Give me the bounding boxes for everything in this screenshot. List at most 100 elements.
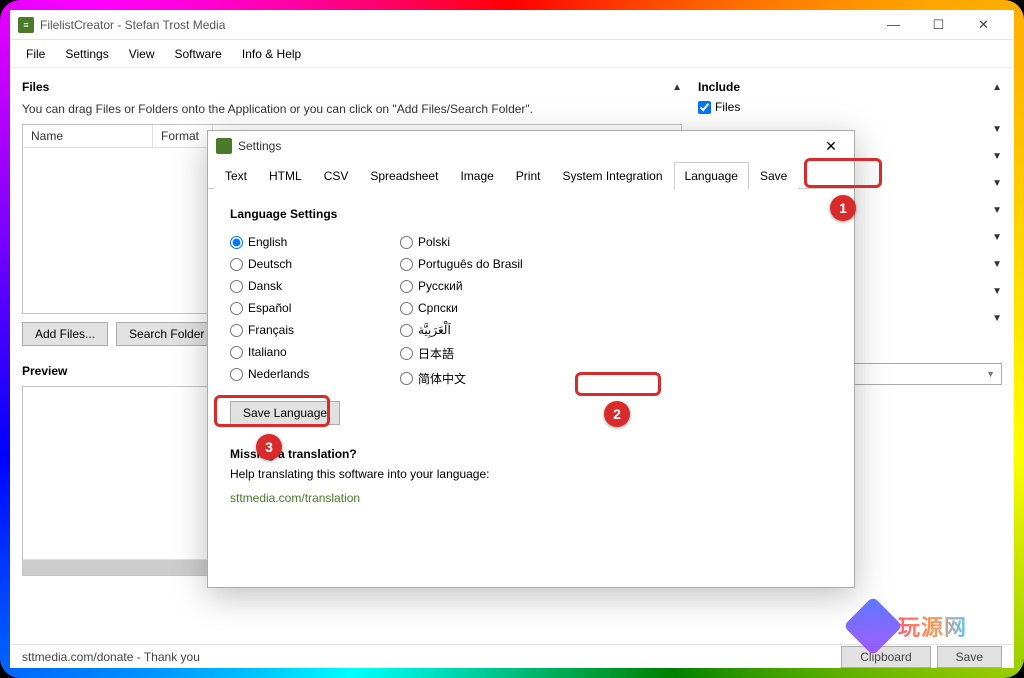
language-label: Español — [248, 301, 291, 315]
language-option[interactable]: اَلْعَرَبِيَّة — [400, 319, 570, 341]
language-option[interactable]: Српски — [400, 297, 570, 319]
dialog-close-button[interactable]: ✕ — [816, 131, 846, 161]
language-option[interactable]: Dansk — [230, 275, 400, 297]
save-output-button[interactable]: Save — [937, 646, 1002, 668]
language-option[interactable]: Русский — [400, 275, 570, 297]
add-files-button[interactable]: Add Files... — [22, 322, 108, 346]
tab-text[interactable]: Text — [214, 162, 258, 189]
language-radio[interactable] — [400, 280, 413, 293]
translation-link[interactable]: sttmedia.com/translation — [230, 491, 832, 505]
tab-save[interactable]: Save — [749, 162, 798, 189]
chevron-down-icon[interactable]: ▼ — [992, 205, 1002, 216]
language-column-1: English Deutsch Dansk Español Français Italia… — [230, 231, 400, 391]
search-folder-button[interactable]: Search Folder — [116, 322, 217, 346]
include-files-checkbox[interactable]: Files — [698, 98, 1002, 116]
language-radio[interactable] — [230, 258, 243, 271]
language-label: Português do Brasil — [418, 257, 523, 271]
title-bar: ≡ FilelistCreator - Stefan Trost Media —… — [10, 10, 1014, 40]
language-option[interactable]: Polski — [400, 231, 570, 253]
badge-1: 1 — [830, 195, 856, 221]
tab-system-integration[interactable]: System Integration — [551, 162, 673, 189]
language-option[interactable]: Español — [230, 297, 400, 319]
tab-image[interactable]: Image — [449, 162, 504, 189]
include-header: Include — [698, 80, 740, 94]
language-column-2: Polski Português do Brasil Русский Српски اَ… — [400, 231, 570, 391]
language-radio[interactable] — [400, 324, 413, 337]
language-label: 日本語 — [418, 345, 454, 362]
col-format[interactable]: Format — [153, 125, 213, 147]
dialog-tabs: TextHTMLCSVSpreadsheetImagePrintSystem I… — [208, 161, 854, 189]
language-label: Italiano — [248, 345, 287, 359]
menu-info[interactable]: Info & Help — [234, 43, 309, 65]
window-title: FilelistCreator - Stefan Trost Media — [40, 18, 871, 32]
collapse-icon[interactable]: ▲ — [672, 82, 682, 93]
language-option[interactable]: Deutsch — [230, 253, 400, 275]
chevron-down-icon: ▼ — [986, 369, 995, 379]
files-header: Files — [22, 80, 49, 94]
language-settings-title: Language Settings — [230, 207, 832, 221]
language-option[interactable]: Português do Brasil — [400, 253, 570, 275]
chevron-down-icon[interactable]: ▼ — [992, 151, 1002, 162]
language-option[interactable]: Italiano — [230, 341, 400, 363]
chevron-down-icon[interactable]: ▼ — [992, 286, 1002, 297]
language-option[interactable]: Nederlands — [230, 363, 400, 385]
settings-dialog: Settings ✕ TextHTMLCSVSpreadsheetImagePr… — [207, 130, 855, 588]
clipboard-button[interactable]: Clipboard — [841, 646, 930, 668]
language-label: Français — [248, 323, 294, 337]
minimize-button[interactable]: — — [871, 10, 916, 40]
tab-csv[interactable]: CSV — [313, 162, 360, 189]
chevron-down-icon[interactable]: ▼ — [992, 313, 1002, 324]
language-label: Deutsch — [248, 257, 292, 271]
chevron-down-icon[interactable]: ▼ — [992, 124, 1002, 135]
menu-settings[interactable]: Settings — [57, 43, 116, 65]
badge-2: 2 — [604, 401, 630, 427]
maximize-button[interactable]: ☐ — [916, 10, 961, 40]
dialog-title-bar: Settings ✕ — [208, 131, 854, 161]
missing-translation-desc: Help translating this software into your… — [230, 467, 832, 481]
language-label: English — [248, 235, 287, 249]
files-description: You can drag Files or Folders onto the A… — [22, 98, 682, 124]
save-language-button[interactable]: Save Language — [230, 401, 340, 425]
language-radio[interactable] — [230, 368, 243, 381]
badge-3: 3 — [256, 434, 282, 460]
chevron-down-icon[interactable]: ▼ — [992, 178, 1002, 189]
tab-print[interactable]: Print — [505, 162, 552, 189]
language-option[interactable]: English — [230, 231, 400, 253]
language-radio[interactable] — [400, 302, 413, 315]
col-name[interactable]: Name — [23, 125, 153, 147]
language-radio[interactable] — [230, 302, 243, 315]
files-check[interactable] — [698, 101, 711, 114]
language-radio[interactable] — [230, 280, 243, 293]
status-bar: sttmedia.com/donate - Thank you Clipboar… — [10, 644, 1014, 668]
language-label: اَلْعَرَبِيَّة — [418, 323, 451, 337]
language-radio[interactable] — [230, 236, 243, 249]
language-label: 简体中文 — [418, 370, 466, 387]
language-radio[interactable] — [400, 347, 413, 360]
chevron-down-icon[interactable]: ▼ — [992, 259, 1002, 270]
app-icon: ≡ — [18, 17, 34, 33]
language-label: Dansk — [248, 279, 282, 293]
language-radio[interactable] — [230, 346, 243, 359]
language-option[interactable]: 简体中文 — [400, 366, 570, 391]
language-radio[interactable] — [400, 236, 413, 249]
chevron-down-icon[interactable]: ▼ — [992, 232, 1002, 243]
language-radio[interactable] — [400, 258, 413, 271]
preview-header: Preview — [22, 364, 67, 378]
status-text: sttmedia.com/donate - Thank you — [22, 650, 200, 664]
collapse-icon[interactable]: ▲ — [992, 82, 1002, 93]
menu-software[interactable]: Software — [167, 43, 230, 65]
tab-spreadsheet[interactable]: Spreadsheet — [359, 162, 449, 189]
menu-view[interactable]: View — [121, 43, 163, 65]
menu-file[interactable]: File — [18, 43, 53, 65]
language-option[interactable]: 日本語 — [400, 341, 570, 366]
tab-html[interactable]: HTML — [258, 162, 313, 189]
menu-bar: File Settings View Software Info & Help — [10, 40, 1014, 68]
language-option[interactable]: Français — [230, 319, 400, 341]
language-radio[interactable] — [400, 372, 413, 385]
tab-language[interactable]: Language — [674, 162, 749, 189]
close-button[interactable]: ✕ — [961, 10, 1006, 40]
language-label: Српски — [418, 301, 458, 315]
app-icon — [216, 138, 232, 154]
language-label: Polski — [418, 235, 450, 249]
language-radio[interactable] — [230, 324, 243, 337]
